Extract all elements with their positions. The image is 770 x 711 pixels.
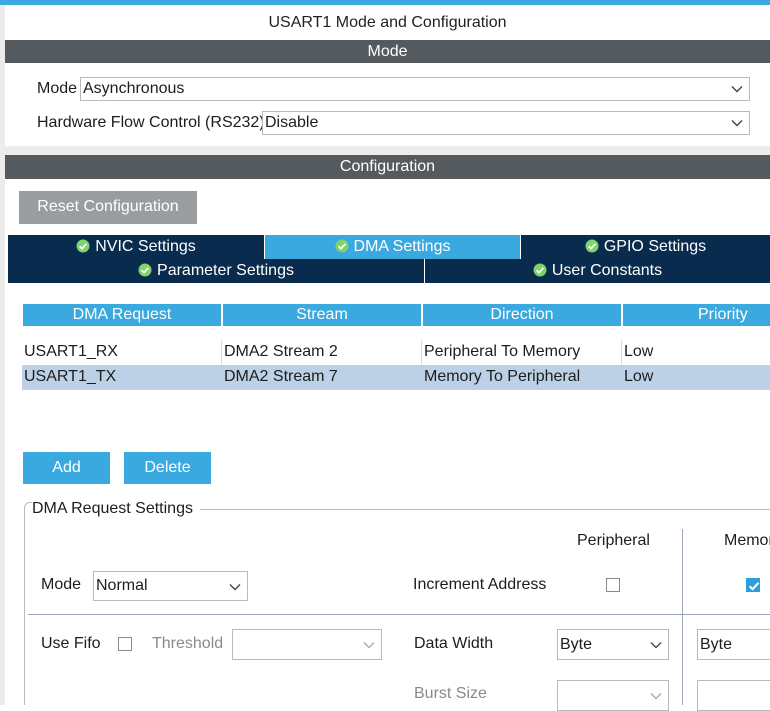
chevron-down-icon — [650, 693, 662, 700]
peripheral-burst-size-select[interactable] — [557, 680, 669, 711]
peripheral-memory-divider — [682, 529, 683, 705]
dma-mode-select[interactable]: Normal — [93, 571, 248, 601]
memory-header: Memor — [724, 532, 770, 549]
memory-increment-checkbox[interactable] — [746, 578, 760, 592]
window-left-strip — [0, 5, 5, 705]
mode-section-header: Mode — [5, 40, 770, 63]
check-circle-icon — [533, 263, 547, 277]
mode-select-value: Asynchronous — [83, 80, 185, 97]
data-width-label: Data Width — [414, 635, 494, 652]
threshold-select[interactable] — [232, 629, 382, 660]
check-circle-icon — [335, 239, 349, 253]
column-header-dma-request[interactable]: DMA Request — [23, 304, 221, 326]
threshold-label: Threshold — [152, 635, 224, 652]
use-fifo-checkbox[interactable] — [118, 637, 132, 651]
peripheral-header: Peripheral — [577, 532, 650, 549]
delete-button[interactable]: Delete — [124, 452, 211, 484]
group-border-left — [24, 512, 25, 705]
check-circle-icon — [76, 239, 90, 253]
chevron-down-icon — [363, 642, 375, 649]
table-cell: DMA2 Stream 7 — [224, 368, 338, 385]
add-button[interactable]: Add — [23, 452, 110, 484]
tab-gpio-settings[interactable]: GPIO Settings — [521, 235, 770, 259]
column-header-stream[interactable]: Stream — [223, 304, 421, 326]
chevron-down-icon — [650, 642, 662, 649]
chevron-down-icon — [731, 120, 743, 127]
checkmark-icon — [748, 582, 760, 591]
tab-label: GPIO Settings — [603, 238, 707, 255]
table-row[interactable]: USART1_RX DMA2 Stream 2 Peripheral To Me… — [22, 340, 770, 365]
configuration-section-header: Configuration — [5, 155, 770, 179]
group-border-top — [200, 509, 770, 510]
column-header-priority[interactable]: Priority — [623, 304, 770, 326]
table-cell: Low — [624, 343, 654, 360]
check-circle-icon — [138, 263, 152, 277]
group-divider — [28, 614, 770, 615]
burst-size-label: Burst Size — [414, 685, 487, 702]
tab-user-constants[interactable]: User Constants — [425, 259, 770, 283]
mode-select[interactable]: Asynchronous — [80, 77, 750, 101]
mode-label: Mode — [37, 80, 78, 97]
dma-mode-label: Mode — [41, 576, 82, 593]
table-cell: Peripheral To Memory — [424, 343, 581, 360]
tab-label: DMA Settings — [353, 238, 451, 255]
chevron-down-icon — [229, 584, 241, 591]
table-cell: DMA2 Stream 2 — [224, 343, 338, 360]
tab-parameter-settings[interactable]: Parameter Settings — [8, 259, 424, 283]
group-border-corner — [24, 502, 32, 512]
tab-dma-settings[interactable]: DMA Settings — [265, 235, 520, 259]
memory-data-width-value: Byte — [700, 636, 733, 653]
window-title: USART1 Mode and Configuration — [268, 14, 507, 31]
table-cell: Memory To Peripheral — [424, 368, 581, 385]
section-gap — [5, 146, 770, 155]
dma-request-settings-title: DMA Request Settings — [32, 500, 193, 517]
table-row[interactable]: USART1_TX DMA2 Stream 7 Memory To Periph… — [22, 365, 770, 390]
use-fifo-label: Use Fifo — [41, 635, 101, 652]
peripheral-data-width-select[interactable]: Byte — [557, 629, 669, 660]
table-cell: USART1_RX — [24, 343, 118, 360]
check-circle-icon — [585, 239, 599, 253]
peripheral-increment-checkbox[interactable] — [606, 578, 620, 592]
tab-label: User Constants — [551, 262, 663, 279]
flow-control-select[interactable]: Disable — [262, 111, 750, 135]
table-cell: Low — [624, 368, 654, 385]
increment-address-label: Increment Address — [413, 576, 547, 593]
table-cell: USART1_TX — [24, 368, 117, 385]
memory-burst-size-select[interactable] — [697, 680, 770, 711]
tab-label: NVIC Settings — [95, 238, 196, 255]
tab-label: Parameter Settings — [157, 262, 294, 279]
column-header-direction[interactable]: Direction — [423, 304, 621, 326]
flow-control-value: Disable — [265, 114, 319, 131]
tab-nvic-settings[interactable]: NVIC Settings — [8, 235, 264, 259]
flow-control-label: Hardware Flow Control (RS232) — [37, 114, 265, 131]
chevron-down-icon — [731, 86, 743, 93]
reset-configuration-button[interactable]: Reset Configuration — [19, 191, 197, 224]
peripheral-data-width-value: Byte — [560, 636, 593, 653]
memory-data-width-select[interactable]: Byte — [697, 629, 770, 660]
dma-mode-value: Normal — [96, 577, 148, 594]
